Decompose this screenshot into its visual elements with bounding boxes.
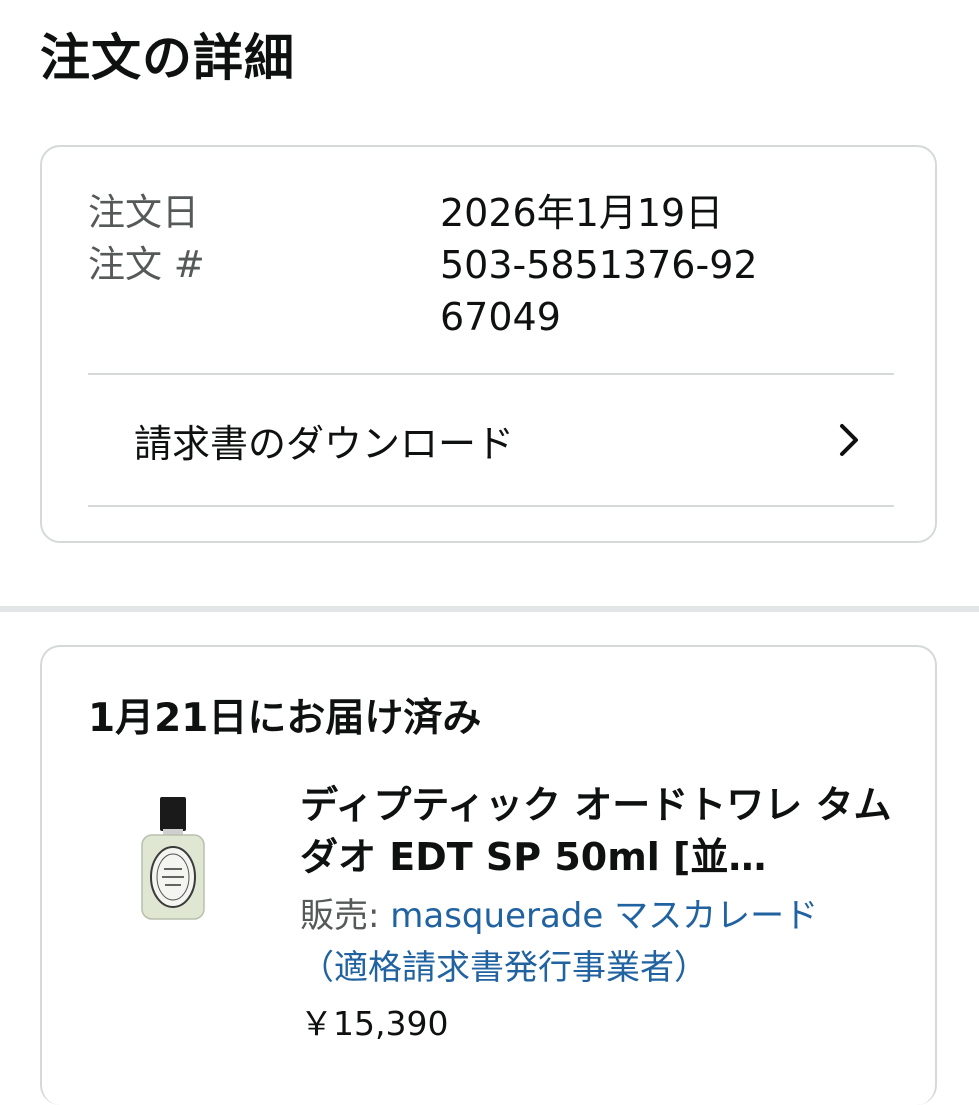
delivery-card: 1月21日にお届け済み ディプティック オードトワレ タムダオ EDT SP 5… (40, 645, 937, 1105)
chevron-right-icon (840, 424, 858, 456)
order-date-value: 2026年1月19日 (440, 191, 724, 235)
order-number-value: 503-5851376-9267049 (440, 243, 758, 339)
perfume-bottle-icon[interactable] (138, 797, 208, 922)
order-info-card: 注文日 2026年1月19日 注文 # 503-5851376-9267049 … (40, 145, 937, 543)
section-separator (0, 606, 979, 612)
order-number-label: 注文 # (88, 243, 205, 286)
divider (88, 505, 894, 507)
seller-prefix: 販売: (300, 896, 391, 936)
product-price: ￥15,390 (300, 1004, 449, 1043)
order-date-label: 注文日 (88, 191, 199, 234)
delivery-status: 1月21日にお届け済み (88, 696, 482, 741)
product-title-link[interactable]: ディプティック オードトワレ タムダオ EDT SP 50ml [並… (300, 779, 900, 883)
invoice-download-label: 請求書のダウンロード (134, 421, 515, 466)
invoice-download-row[interactable]: 請求書のダウンロード (88, 375, 894, 505)
page-title: 注文の詳細 (40, 29, 295, 87)
seller-info: 販売: masquerade マスカレード（適格請求書発行事業者） (300, 890, 880, 994)
